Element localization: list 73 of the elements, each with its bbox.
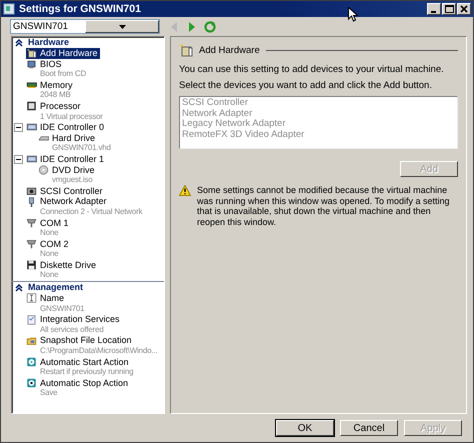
dropdown-arrow-icon — [118, 24, 126, 28]
tree-item[interactable]: Add Hardware — [26, 48, 100, 59]
tree-item[interactable]: Integration Services — [26, 314, 122, 325]
minimize-button[interactable] — [427, 3, 441, 15]
folder-icon — [26, 336, 37, 346]
tree-item[interactable]: Diskette Drive — [26, 260, 98, 270]
window-icon — [3, 3, 15, 15]
tree-item[interactable]: IDE Controller 1 — [26, 154, 106, 165]
item-detail: Save — [40, 388, 58, 399]
item-detail: GNSWIN701 — [40, 304, 84, 314]
tree-item[interactable]: Automatic Start Action — [26, 356, 131, 368]
section-heading: Management — [28, 282, 84, 293]
tree-item[interactable]: Processor — [26, 100, 83, 112]
item-detail: None — [40, 249, 58, 260]
window-title: Settings for GNSWIN701 — [19, 3, 141, 15]
port-icon — [26, 238, 37, 249]
document-icon — [26, 314, 37, 325]
item-detail: All services offered — [40, 324, 104, 336]
tree-item[interactable]: Automatic Stop Action — [26, 378, 130, 388]
tree-item[interactable]: COM 1 — [26, 218, 71, 228]
disc-icon — [38, 164, 49, 175]
mouse-cursor-icon — [348, 7, 358, 22]
plug-icon — [26, 196, 37, 207]
controller-icon — [26, 122, 37, 132]
group-title: Add Hardware — [199, 44, 260, 56]
card-icon — [179, 43, 193, 57]
play-icon — [26, 356, 37, 367]
dialog-button[interactable]: Cancel — [340, 420, 398, 436]
section-heading: Hardware — [28, 37, 70, 48]
vm-dropdown[interactable]: GNSWIN701 — [10, 19, 160, 34]
description-text: Select the devices you want to add and click the Add button. — [179, 80, 433, 91]
collapse-icon[interactable] — [15, 284, 23, 292]
item-detail: None — [40, 228, 58, 239]
controller-icon — [26, 154, 37, 164]
port-icon — [26, 218, 37, 228]
warning-icon — [179, 185, 191, 196]
maximize-icon — [444, 5, 454, 13]
item-detail: 1 Virtual processor — [40, 112, 103, 122]
warning-text: Some settings cannot be modified because the virtual machine was running when this window was opened. To modify a setting that is unavailable, shut down the virtual machine and then reopen this window. — [197, 185, 450, 227]
tree-item[interactable]: IDE Controller 0 — [26, 122, 106, 133]
dialog-button[interactable]: OK — [276, 420, 334, 436]
tree-item[interactable]: SCSI Controller — [26, 186, 105, 196]
collapse-icon[interactable] — [14, 154, 23, 164]
collapse-icon[interactable] — [14, 122, 23, 132]
description-text: You can use this setting to add devices to your virtual machine. — [179, 64, 445, 75]
refresh-icon — [204, 20, 216, 32]
text-field-icon — [26, 293, 37, 304]
processor-icon — [26, 101, 37, 112]
tree-item[interactable]: Memory — [26, 80, 75, 90]
tree-item[interactable]: Network Adapter — [26, 196, 109, 207]
tree-item[interactable]: Name — [26, 293, 66, 304]
tree-item[interactable]: Snapshot File Location — [26, 335, 134, 346]
item-detail: 2048 MB — [40, 90, 71, 101]
drive-icon — [38, 133, 49, 144]
tree-item[interactable]: Hard Drive — [38, 132, 98, 144]
tree-item[interactable]: DVD Drive — [38, 164, 97, 176]
close-icon — [460, 5, 468, 13]
item-detail: Restart if previously running — [40, 367, 134, 378]
close-button[interactable] — [457, 3, 471, 15]
item-detail: GNSWIN701.vhd — [52, 143, 111, 154]
card-icon — [26, 48, 37, 58]
item-detail: Boot from CD — [40, 69, 86, 80]
maximize-button[interactable] — [442, 3, 456, 15]
item-detail: Connection 2 - Virtual Network — [40, 206, 142, 218]
item-detail: C:\ProgramData\Microsoft\Windo... — [40, 346, 158, 357]
item-detail: None — [40, 270, 58, 282]
tree-item[interactable]: BIOS — [26, 58, 64, 70]
stop-icon — [26, 378, 37, 388]
memory-icon — [26, 80, 37, 90]
collapse-icon[interactable] — [15, 38, 23, 46]
controller-icon — [26, 186, 37, 196]
item-detail: vmguest.iso — [52, 175, 92, 186]
tree-item[interactable]: COM 2 — [26, 238, 71, 250]
